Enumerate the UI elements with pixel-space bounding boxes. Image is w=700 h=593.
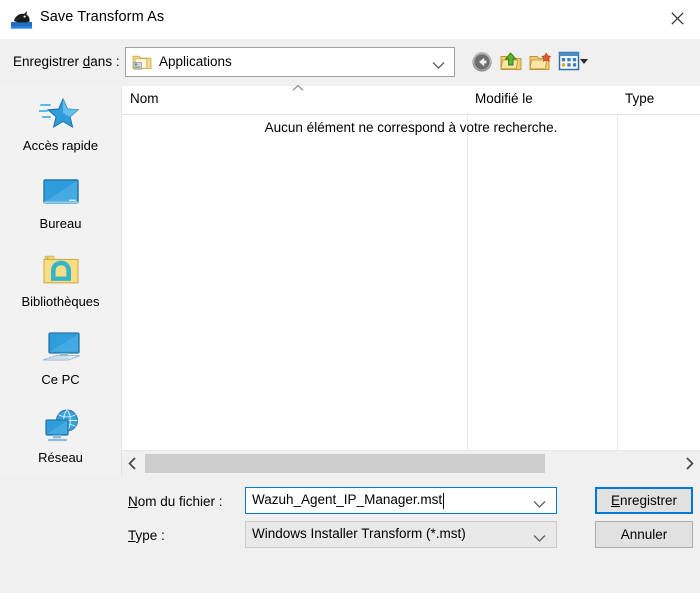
- place-label: Bibliothèques: [21, 294, 100, 309]
- column-header-label: Modifié le: [475, 91, 533, 106]
- place-item-ce-pc[interactable]: Ce PC: [0, 326, 121, 400]
- save-button[interactable]: Enregistrer: [595, 487, 693, 514]
- scroll-left-button[interactable]: [122, 451, 143, 476]
- orca-installer-icon: [11, 9, 32, 29]
- filename-label: Nom du fichier :: [128, 494, 223, 509]
- lookin-value: Applications: [159, 54, 232, 69]
- lookin-combobox[interactable]: Applications: [125, 47, 455, 77]
- column-divider[interactable]: [617, 86, 618, 450]
- horizontal-scrollbar[interactable]: [122, 450, 700, 477]
- filetype-value: Windows Installer Transform (*.mst): [252, 526, 466, 541]
- computer-icon: [0, 326, 121, 372]
- lookin-label-pre: Enregistrer: [13, 54, 83, 69]
- up-folder-icon: [500, 52, 522, 71]
- filetype-label-post: ype :: [135, 528, 165, 543]
- filename-input[interactable]: Wazuh_Agent_IP_Manager.mst: [252, 492, 442, 507]
- folder-with-thumbnail-icon: [132, 53, 152, 71]
- views-dropdown-caret-icon[interactable]: [580, 59, 588, 64]
- filename-label-accel: N: [128, 494, 138, 509]
- file-list-header: Nom Modifié le Type: [122, 86, 700, 115]
- places-bar: Accès rapide Bureau Bibliothèques Ce PC …: [0, 86, 122, 476]
- new-folder-button[interactable]: [528, 50, 552, 74]
- chevron-down-icon[interactable]: [533, 530, 546, 548]
- title-bar: Save Transform As: [0, 0, 700, 39]
- filetype-label-accel: T: [128, 528, 136, 543]
- star-icon: [0, 92, 121, 138]
- views-button[interactable]: [558, 50, 582, 74]
- file-list-view[interactable]: Nom Modifié le Type Aucun élément ne cor…: [122, 86, 700, 450]
- chevron-right-icon: [686, 457, 694, 470]
- window-title: Save Transform As: [40, 9, 165, 25]
- save-transform-as-dialog: Save Transform As Enregistrer dans : App…: [0, 0, 700, 593]
- sort-ascending-icon: [291, 79, 305, 97]
- column-header-label: Type: [625, 91, 655, 106]
- back-button[interactable]: [470, 50, 494, 74]
- place-label: Ce PC: [41, 372, 80, 387]
- empty-list-message: Aucun élément ne correspond à votre rech…: [264, 120, 558, 135]
- views-grid-icon: [558, 51, 580, 71]
- place-item-bibliotheques[interactable]: Bibliothèques: [0, 248, 121, 322]
- place-label: Bureau: [39, 216, 82, 231]
- place-label: Réseau: [38, 450, 83, 465]
- cancel-button[interactable]: Annuler: [595, 521, 693, 548]
- column-header-modifie-le[interactable]: Modifié le: [467, 86, 617, 114]
- close-icon: [670, 11, 684, 25]
- save-button-label: nregistrer: [619, 493, 678, 508]
- chevron-left-icon: [128, 457, 136, 470]
- place-item-bureau[interactable]: Bureau: [0, 170, 121, 244]
- filetype-combobox[interactable]: Windows Installer Transform (*.mst): [245, 521, 557, 548]
- close-button[interactable]: [654, 0, 700, 36]
- scroll-right-button[interactable]: [679, 451, 700, 476]
- new-folder-icon: [529, 52, 552, 71]
- chevron-down-icon[interactable]: [533, 496, 546, 514]
- column-header-label: Nom: [130, 91, 159, 106]
- back-arrow-icon: [472, 52, 492, 72]
- column-header-type[interactable]: Type: [617, 86, 700, 114]
- filetype-label: Type :: [128, 528, 165, 543]
- text-cursor: [443, 493, 445, 509]
- lookin-label-post: ans :: [90, 54, 120, 69]
- library-folder-icon: [0, 248, 121, 294]
- scrollbar-thumb[interactable]: [145, 454, 545, 473]
- cancel-button-label: Annuler: [620, 527, 668, 542]
- place-item-reseau[interactable]: Réseau: [0, 404, 121, 478]
- place-item-acces-rapide[interactable]: Accès rapide: [0, 92, 121, 166]
- monitor-icon: [0, 170, 121, 216]
- save-button-accel: E: [610, 493, 620, 508]
- lookin-label: Enregistrer dans :: [13, 54, 120, 69]
- filename-label-post: om du fichier :: [137, 494, 223, 509]
- network-globe-icon: [0, 404, 121, 450]
- column-divider[interactable]: [467, 86, 468, 450]
- place-label: Accès rapide: [22, 138, 99, 153]
- up-folder-button[interactable]: [499, 50, 523, 74]
- chevron-down-icon: [432, 57, 445, 75]
- filename-combobox[interactable]: Wazuh_Agent_IP_Manager.mst: [245, 487, 557, 514]
